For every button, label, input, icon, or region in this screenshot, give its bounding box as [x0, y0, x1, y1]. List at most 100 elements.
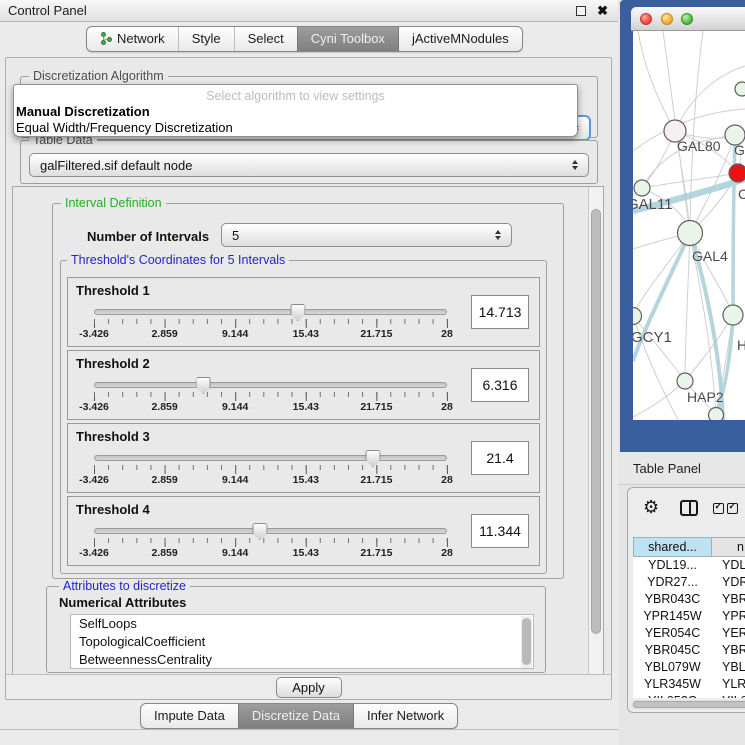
threshold-box: Threshold 4 -3.426 2.859	[67, 496, 540, 566]
panel-scrollbar-thumb[interactable]	[591, 209, 601, 634]
node-gal11[interactable]	[634, 180, 650, 196]
attribute-item[interactable]: TopologicalCoefficient	[71, 633, 533, 651]
node-partial-bottom[interactable]	[709, 408, 724, 421]
cell-name: YBL0	[712, 659, 745, 676]
table-row[interactable]: YPR145W YPR1	[633, 608, 745, 625]
threshold-label: Threshold 4	[76, 502, 150, 517]
threshold-box: Threshold 1 -3.426 2.859	[67, 277, 540, 347]
table-row[interactable]: YIL052C YIL0	[633, 693, 745, 698]
node-red-selected[interactable]	[729, 164, 745, 182]
tab-network-label: Network	[117, 31, 165, 46]
option-equal-width-frequency[interactable]: Equal Width/Frequency Discretization	[16, 120, 233, 135]
cell-name: YBR0	[712, 642, 745, 659]
node-gal4[interactable]	[678, 221, 703, 246]
table-row[interactable]: YER054C YER0	[633, 625, 745, 642]
table-panel-header: Table Panel	[618, 452, 745, 485]
apply-button[interactable]: Apply	[276, 677, 342, 698]
table-toolbar: ⚙	[628, 488, 745, 536]
label-gal4: GAL4	[692, 248, 728, 264]
cell-name: YDR2	[712, 574, 745, 591]
table-row[interactable]: YBR043C YBR0	[633, 591, 745, 608]
threshold-value-field[interactable]: 6.316	[471, 368, 529, 402]
slider-track[interactable]	[94, 309, 447, 315]
node-partial-top[interactable]	[735, 82, 745, 96]
column-header-name[interactable]: n	[712, 537, 745, 557]
attribute-item[interactable]: SelfLoops	[71, 615, 533, 633]
slider-axis-labels: -3.426 2.859 9.144 15.43 21.715 28	[94, 547, 447, 559]
network-canvas[interactable]: GAL80 G C GAL11 GAL4 GCY1 H HAP2	[633, 31, 745, 420]
table-hscrollbar[interactable]	[631, 700, 745, 709]
threshold-slider[interactable]: -3.426 2.859 9.144 15.43 21.715 28	[94, 524, 447, 558]
cell-shared-name: YER054C	[633, 625, 712, 642]
attribute-item[interactable]: BetweennessCentrality	[71, 651, 533, 669]
tab-network[interactable]: Network	[87, 27, 178, 51]
slider-ticks-minor	[94, 465, 448, 470]
label-cut-c: C	[738, 186, 745, 202]
threshold-value-field[interactable]: 21.4	[471, 441, 529, 475]
tab-style[interactable]: Style	[178, 27, 234, 51]
number-of-intervals-combobox[interactable]: 5	[221, 223, 512, 247]
checkbox-icon[interactable]	[713, 503, 724, 514]
close-traffic-light[interactable]	[640, 13, 652, 25]
right-pane: GAL80 G C GAL11 GAL4 GCY1 H HAP2 Table P…	[618, 0, 745, 745]
minimize-traffic-light[interactable]	[661, 13, 673, 25]
column-header-shared-name[interactable]: shared...	[633, 537, 712, 557]
threshold-value-field[interactable]: 11.344	[471, 514, 529, 548]
close-icon[interactable]: ✖	[597, 3, 608, 19]
label-gal11: GAL11	[633, 196, 673, 213]
numerical-attributes-list[interactable]: SelfLoops TopologicalCoefficient Between…	[70, 614, 534, 669]
tab-cyni-toolbox[interactable]: Cyni Toolbox	[297, 27, 398, 51]
threshold-value-field[interactable]: 14.713	[471, 295, 529, 329]
screen: Control Panel ✖ Network Style Select Cyn…	[0, 0, 745, 745]
table-body[interactable]: YDL19... YDL1 YDR27... YDR2 YBR043C YBR0	[633, 557, 745, 698]
cell-shared-name: YBR045C	[633, 642, 712, 659]
panel-scrollbar[interactable]	[588, 187, 603, 675]
option-manual-discretization[interactable]: Manual Discretization	[16, 104, 150, 119]
attributes-title: Attributes to discretize	[59, 579, 190, 593]
algorithm-dropdown-popup: Select algorithm to view settings Manual…	[13, 84, 578, 137]
node-gcy1[interactable]	[633, 308, 642, 325]
node-h[interactable]	[723, 305, 743, 325]
float-icon[interactable]	[576, 6, 586, 16]
table-row[interactable]: YBR045C YBR0	[633, 642, 745, 659]
columns-icon[interactable]	[680, 500, 698, 516]
tab-jactivemnodules[interactable]: jActiveMNodules	[398, 27, 522, 51]
network-icon	[100, 32, 112, 46]
label-cut-g: G	[734, 142, 745, 158]
cell-name: YDL1	[712, 557, 745, 574]
table-row[interactable]: YLR345W YLR3	[633, 676, 745, 693]
slider-ticks-minor	[94, 392, 448, 397]
threshold-label: Threshold 3	[76, 429, 150, 444]
table-panel-title: Table Panel	[633, 461, 701, 476]
table-row[interactable]: YDL19... YDL1	[633, 557, 745, 574]
slider-track[interactable]	[94, 455, 447, 461]
table-data-value: galFiltered.sif default node	[40, 158, 192, 173]
table-data-combobox[interactable]: galFiltered.sif default node	[29, 153, 589, 177]
dropdown-hint: Select algorithm to view settings	[14, 89, 577, 103]
table-panel-window: ⚙ shared... n YDL19... YDL1	[627, 487, 745, 713]
slider-track[interactable]	[94, 528, 447, 534]
zoom-traffic-light[interactable]	[681, 13, 693, 25]
tab-impute-data[interactable]: Impute Data	[141, 704, 238, 728]
cell-shared-name: YIL052C	[633, 693, 712, 698]
slider-track[interactable]	[94, 382, 447, 388]
table-row[interactable]: YDR27... YDR2	[633, 574, 745, 591]
table-row[interactable]: YBL079W YBL0	[633, 659, 745, 676]
gear-icon[interactable]: ⚙	[643, 497, 659, 518]
network-window-titlebar[interactable]	[631, 7, 745, 31]
list-scrollbar[interactable]	[521, 616, 532, 669]
checkbox-icon[interactable]	[727, 503, 738, 514]
interval-definition-title: Interval Definition	[61, 196, 166, 210]
tab-select[interactable]: Select	[234, 27, 297, 51]
tab-discretize-data[interactable]: Discretize Data	[238, 704, 353, 728]
threshold-slider[interactable]: -3.426 2.859 9.144 15.43 21.715 28	[94, 305, 447, 339]
tab-infer-network[interactable]: Infer Network	[353, 704, 457, 728]
table-hscrollbar-thumb[interactable]	[633, 701, 745, 708]
cyni-panel: Discretization Algorithm Select algorith…	[5, 57, 612, 700]
threshold-slider[interactable]: -3.426 2.859 9.144 15.43 21.715 28	[94, 378, 447, 412]
label-gcy1: GCY1	[633, 329, 672, 346]
interval-definition-group: Interval Definition Number of Intervals …	[52, 203, 564, 579]
node-hap2[interactable]	[677, 373, 693, 389]
threshold-slider[interactable]: -3.426 2.859 9.144 15.43 21.715 28	[94, 451, 447, 485]
bottom-divider	[0, 729, 618, 730]
